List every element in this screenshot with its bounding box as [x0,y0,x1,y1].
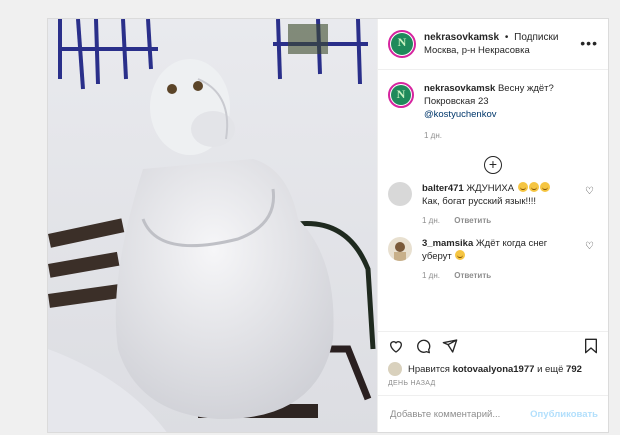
comment-item: balter471 ЖДУНИХА Как, богат русский язы… [388,182,598,227]
caption-address: Покровская 23 [424,96,489,107]
author-avatar[interactable] [388,30,416,58]
caption-time[interactable]: 1 дн. [424,129,554,142]
share-icon[interactable] [442,338,458,354]
add-comment-bar: Опубликовать [378,395,608,432]
comment-input[interactable] [388,407,531,421]
likes-summary: Нравится kotovaalyona1977 и ещё 792 [378,360,608,376]
comment-time[interactable]: 1 дн. [422,216,440,225]
publish-button[interactable]: Опубликовать [530,409,598,420]
heart-icon[interactable]: ♡ [585,186,594,197]
post-actions-bar [378,331,608,360]
comment-text-line2: Как, богат русский язык!!!! [422,196,537,207]
caption-mention[interactable]: @kostyuchenkov [424,108,554,121]
caption-username[interactable]: nekrasovkamsk [424,83,495,94]
commenter-avatar[interactable] [388,182,412,206]
liker-username[interactable]: kotovaalyona1977 [453,364,535,375]
post-location[interactable]: Москва, р-н Некрасовка [424,44,558,57]
comment-item: 3_mamsika Ждёт когда снег уберут 1 дн. О… [388,237,598,282]
heart-icon[interactable]: ♡ [585,241,594,252]
more-horizontal-icon[interactable]: ••• [580,35,598,51]
laughing-emoji-icon [455,250,466,260]
post-date[interactable]: ДЕНЬ НАЗАД [378,376,608,395]
reply-button[interactable]: Ответить [454,216,491,225]
commenter-username[interactable]: 3_mamsika [422,238,473,249]
heart-icon[interactable] [388,338,404,354]
reply-button[interactable]: Ответить [454,271,491,280]
post-caption: nekrasovkamsk Весну ждёт? Покровская 23 … [388,82,598,142]
commenter-avatar[interactable] [388,237,412,261]
follow-status-button[interactable]: Подписки [514,32,558,43]
author-username[interactable]: nekrasovkamsk [424,32,499,43]
comment-icon[interactable] [415,338,431,354]
plus-circle-icon[interactable]: + [484,156,502,174]
post-header: nekrasovkamsk • Подписки Москва, р-н Нек… [378,19,608,70]
comments-list: nekrasovkamsk Весну ждёт? Покровская 23 … [378,70,608,331]
post-photo[interactable] [48,19,377,432]
laughing-emoji-icon [517,182,528,192]
snowman-photo [48,19,377,432]
likes-count[interactable]: 792 [566,364,582,375]
likes-prefix: Нравится [408,363,450,375]
commenter-username[interactable]: balter471 [422,183,464,194]
laughing-emoji-icon [539,182,550,192]
laughing-emoji-icon [528,182,539,192]
instagram-post-modal: nekrasovkamsk • Подписки Москва, р-н Нек… [47,18,609,433]
caption-text: Весну ждёт? [497,83,554,94]
liker-avatar[interactable] [388,362,402,376]
comment-text: ЖДУНИХА [466,183,515,194]
comment-time[interactable]: 1 дн. [422,271,440,280]
comment-text: Ждёт когда снег [475,238,548,249]
likes-middle: и ещё [537,363,564,375]
caption-author-avatar[interactable] [388,82,414,108]
separator-dot: • [504,32,509,43]
bookmark-icon[interactable] [584,338,598,354]
comment-text-line2: уберут [422,251,452,262]
post-side-panel: nekrasovkamsk • Подписки Москва, р-н Нек… [377,19,608,432]
